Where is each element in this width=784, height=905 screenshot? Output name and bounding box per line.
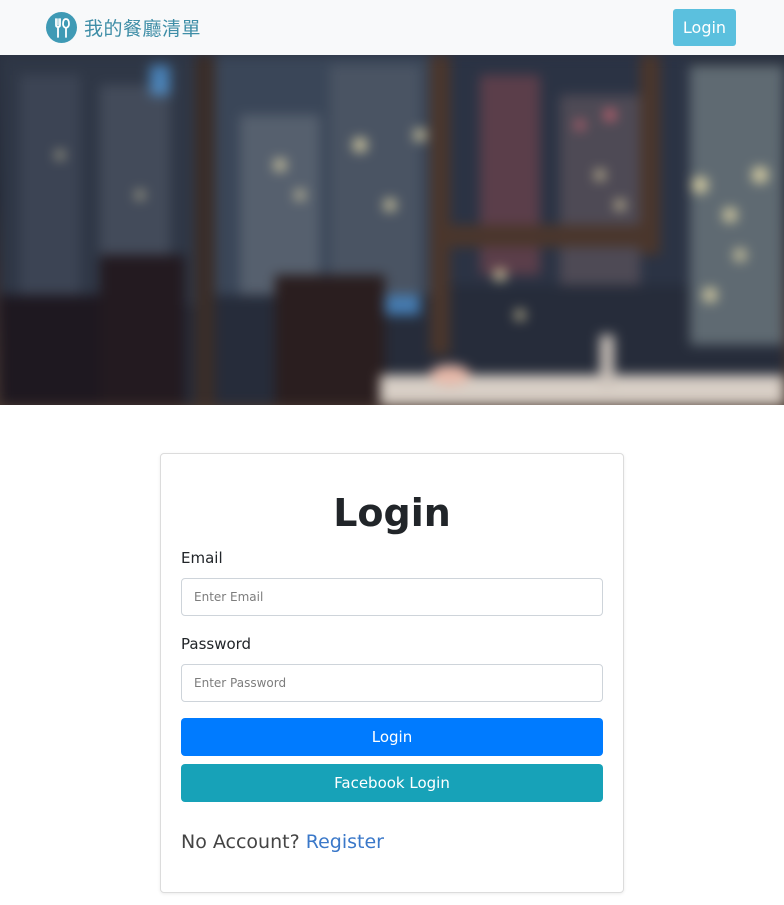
brand-link[interactable]: 我的餐廳清單	[46, 12, 201, 43]
password-input[interactable]	[181, 664, 603, 702]
brand-name: 我的餐廳清單	[84, 18, 202, 40]
email-input[interactable]	[181, 578, 603, 616]
email-label: Email	[181, 549, 223, 567]
register-prompt: No Account? Register	[181, 831, 384, 853]
facebook-login-button[interactable]: Facebook Login	[181, 764, 603, 802]
fork-knife-icon	[46, 12, 77, 43]
register-link[interactable]: Register	[306, 831, 384, 853]
password-label: Password	[181, 635, 252, 653]
navbar: 我的餐廳清單 Login	[0, 0, 784, 55]
nav-login-button[interactable]: Login	[673, 9, 736, 46]
login-title: Login	[333, 491, 451, 535]
hero-image	[0, 55, 784, 405]
no-account-text: No Account?	[181, 831, 300, 853]
login-button[interactable]: Login	[181, 718, 603, 756]
